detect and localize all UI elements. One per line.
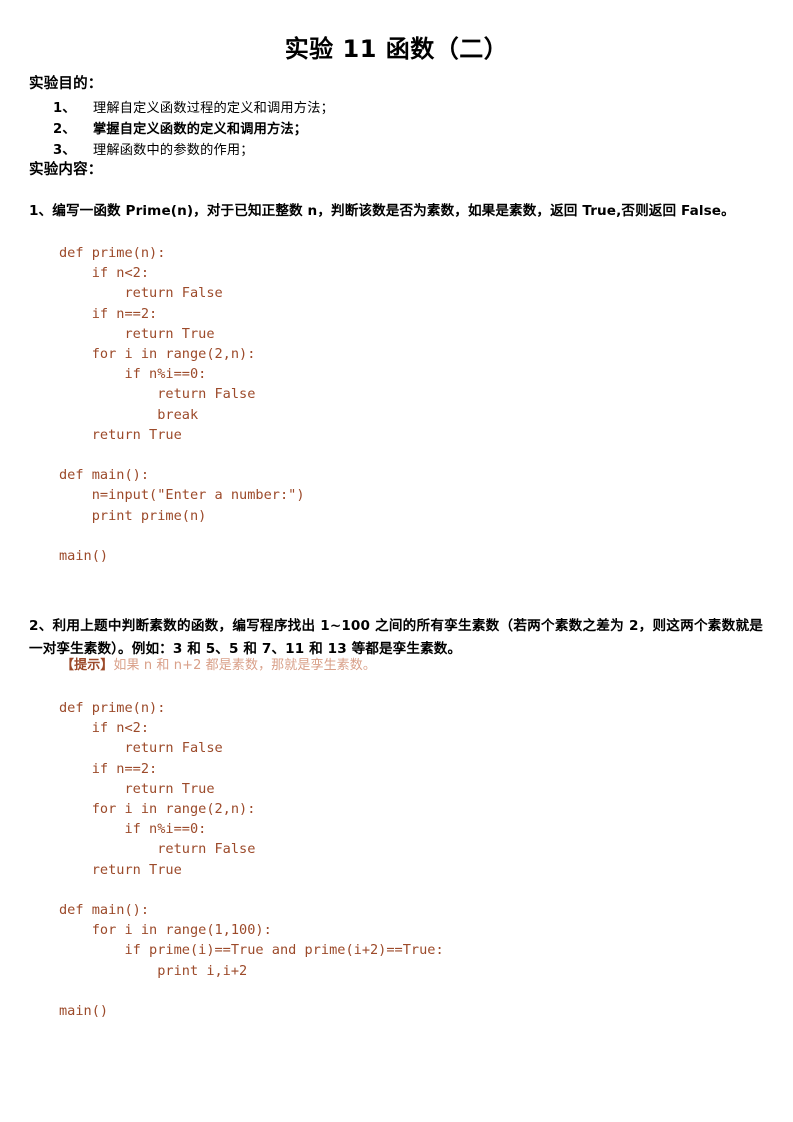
code-line: main() — [59, 548, 109, 565]
hint-label: 【提示】 — [61, 658, 114, 673]
list-item-label: 理解自定义函数过程的定义和调用方法； — [93, 101, 334, 116]
hint-text: 如果 n 和 n+2 都是素数，那就是孪生素数。 — [113, 658, 376, 673]
code-block-2: def prime(n): if n<2: return False if n=… — [59, 698, 444, 1021]
code-line: if n==2: — [59, 760, 158, 777]
page-title: 实验 11 函数（二） — [284, 35, 509, 63]
code-line: def prime(n): — [59, 700, 166, 716]
code-line: return False — [59, 386, 256, 403]
list-item-label: 掌握自定义函数的定义和调用方法； — [93, 122, 308, 137]
code-line: print i,i+2 — [59, 962, 248, 979]
code-line: return True — [59, 426, 182, 443]
objective-list: 1、 理解自定义函数过程的定义和调用方法； 2、 掌握自定义函数的定义和调用方法； … — [53, 98, 753, 161]
code-line: main() — [59, 1003, 109, 1020]
code-line: return True — [59, 780, 215, 797]
code-line: for i in range(1,100): — [59, 922, 272, 939]
code-line: if n<2: — [59, 720, 150, 737]
code-line: if n<2: — [59, 265, 150, 282]
list-item: 1、 理解自定义函数过程的定义和调用方法； — [53, 98, 753, 119]
code-line: for i in range(2,n): — [59, 346, 256, 363]
code-line: return False — [59, 285, 223, 302]
list-item-number: 3、 — [53, 143, 76, 158]
code-line: def main(): — [59, 902, 150, 919]
list-item-label: 理解函数中的参数的作用； — [93, 143, 254, 158]
code-line: if n%i==0: — [59, 366, 207, 383]
question-2-text: 2、利用上题中判断素数的函数，编写程序找出 1~100 之间的所有孪生素数（若两… — [29, 618, 763, 657]
section-heading-purpose: 实验目的： — [29, 76, 103, 92]
code-line: if n==2: — [59, 305, 158, 322]
list-item-number: 1、 — [53, 101, 76, 116]
code-line: n=input("Enter a number:") — [59, 487, 305, 504]
code-line: for i in range(2,n): — [59, 801, 256, 818]
code-line: if prime(i)==True and prime(i+2)==True: — [59, 942, 444, 959]
hint-line: 【提示】如果 n 和 n+2 都是素数，那就是孪生素数。 — [61, 656, 376, 676]
code-line: return True — [59, 325, 215, 342]
code-block-1: def prime(n): if n<2: return False if n=… — [59, 243, 305, 566]
question-1-text: 1、编写一函数 Prime(n)，对于已知正整数 n，判断该数是否为素数，如果是… — [29, 203, 735, 219]
list-item: 3、 理解函数中的参数的作用； — [53, 140, 753, 161]
code-line: def prime(n): — [59, 245, 166, 261]
code-line: def main(): — [59, 467, 150, 484]
code-line: break — [59, 406, 199, 423]
code-line: return False — [59, 740, 223, 757]
document-page: 实验 11 函数（二） 实验目的： 1、 理解自定义函数过程的定义和调用方法； 2… — [0, 0, 793, 1122]
code-line: return True — [59, 861, 182, 878]
section-heading-content: 实验内容： — [29, 162, 103, 178]
code-line: if n%i==0: — [59, 821, 207, 838]
code-line: print prime(n) — [59, 507, 207, 524]
code-line: return False — [59, 841, 256, 858]
list-item-number: 2、 — [53, 122, 76, 137]
list-item: 2、 掌握自定义函数的定义和调用方法； — [53, 119, 753, 140]
